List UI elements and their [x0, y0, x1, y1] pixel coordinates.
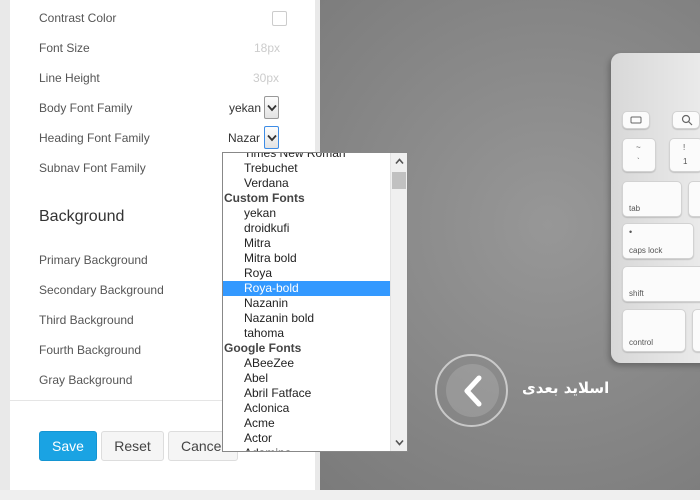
dropdown-option[interactable]: Adamina — [223, 446, 391, 451]
dropdown-option[interactable]: Mitra — [223, 236, 391, 251]
secondary-background-label: Secondary Background — [39, 283, 164, 297]
font-size-label: Font Size — [39, 41, 90, 55]
chevron-up-icon — [395, 158, 404, 165]
key-shift: shift — [622, 266, 700, 302]
search-icon — [681, 114, 693, 126]
subnav-font-label: Subnav Font Family — [39, 161, 146, 175]
dropdown-option[interactable]: yekan — [223, 206, 391, 221]
dropdown-option[interactable]: Actor — [223, 431, 391, 446]
key-option — [692, 309, 700, 352]
chevron-left-icon — [464, 375, 482, 407]
key-label: shift — [629, 289, 644, 298]
dropdown-option[interactable]: tahoma — [223, 326, 391, 341]
key-search — [672, 111, 700, 129]
dropdown-option[interactable]: Aclonica — [223, 401, 391, 416]
dropdown-option[interactable]: Roya-bold — [223, 281, 391, 296]
chevron-down-icon — [267, 104, 277, 112]
next-slide-label[interactable]: اسلاید بعدی — [522, 379, 609, 397]
scroll-down-button[interactable] — [391, 434, 407, 451]
chevron-down-icon — [267, 134, 277, 142]
bottom-bar — [0, 490, 700, 500]
key-label: ! — [683, 143, 686, 152]
key-tab: tab — [622, 181, 682, 217]
background-section-title: Background — [39, 208, 125, 225]
scroll-up-button[interactable] — [391, 153, 407, 170]
dropdown-option[interactable]: Nazanin bold — [223, 311, 391, 326]
rectangle-icon — [630, 116, 642, 124]
font-family-dropdown-list[interactable]: Times New Roman Trebuchet Verdana Custom Fo… — [222, 152, 408, 452]
dropdown-option[interactable]: Mitra bold — [223, 251, 391, 266]
key-caps-lock: • caps lock — [622, 223, 694, 259]
key-label: tab — [629, 204, 641, 213]
dropdown-option[interactable]: Abel — [223, 371, 391, 386]
dropdown-option[interactable]: droidkufi — [223, 221, 391, 236]
body-font-label: Body Font Family — [39, 101, 133, 115]
dropdown-group-header: Google Fonts — [224, 341, 302, 355]
key-dot: • — [629, 227, 633, 237]
save-button[interactable]: Save — [39, 431, 97, 461]
dropdown-option[interactable]: Abril Fatface — [223, 386, 391, 401]
keyboard-image: ~ ` ! 1 tab • caps lock shift control — [611, 53, 700, 363]
next-slide-button-inner[interactable] — [446, 364, 499, 417]
key-q — [688, 181, 700, 217]
key-label: caps lock — [629, 246, 663, 255]
dropdown-option[interactable]: Nazanin — [223, 296, 391, 311]
fourth-background-label: Fourth Background — [39, 343, 142, 357]
body-font-dropdown-button[interactable] — [264, 96, 279, 119]
line-height-value[interactable]: 30px — [253, 71, 279, 85]
key-eject — [622, 111, 650, 129]
line-height-label: Line Height — [39, 71, 100, 85]
gray-background-label: Gray Background — [39, 373, 133, 387]
key-1: ! 1 — [669, 138, 700, 172]
scroll-thumb[interactable] — [392, 172, 406, 189]
third-background-label: Third Background — [39, 313, 134, 327]
contrast-color-checkbox[interactable] — [272, 11, 287, 26]
heading-font-dropdown-button[interactable] — [264, 126, 279, 149]
primary-background-label: Primary Background — [39, 253, 148, 267]
reset-button[interactable]: Reset — [101, 431, 164, 461]
key-label: ~ — [636, 143, 641, 152]
heading-font-label: Heading Font Family — [39, 131, 150, 145]
key-tilde: ~ ` — [622, 138, 656, 172]
font-size-value[interactable]: 18px — [254, 41, 280, 55]
key-label: ` — [637, 157, 640, 166]
heading-font-value: Nazar — [228, 131, 261, 145]
dropdown-option[interactable]: Trebuchet — [223, 161, 391, 176]
dropdown-option[interactable]: Times New Roman — [223, 153, 391, 161]
key-control: control — [622, 309, 686, 352]
key-label: control — [629, 338, 654, 347]
body-font-value: yekan — [229, 101, 262, 115]
dropdown-option[interactable]: Acme — [223, 416, 391, 431]
key-label: 1 — [683, 157, 688, 166]
contrast-color-label: Contrast Color — [39, 11, 117, 25]
dropdown-group-header: Custom Fonts — [224, 191, 305, 205]
chevron-down-icon — [395, 439, 404, 446]
dropdown-option[interactable]: Verdana — [223, 176, 391, 191]
dropdown-scrollbar[interactable] — [390, 153, 407, 451]
dropdown-option[interactable]: Roya — [223, 266, 391, 281]
dropdown-option[interactable]: ABeeZee — [223, 356, 391, 371]
